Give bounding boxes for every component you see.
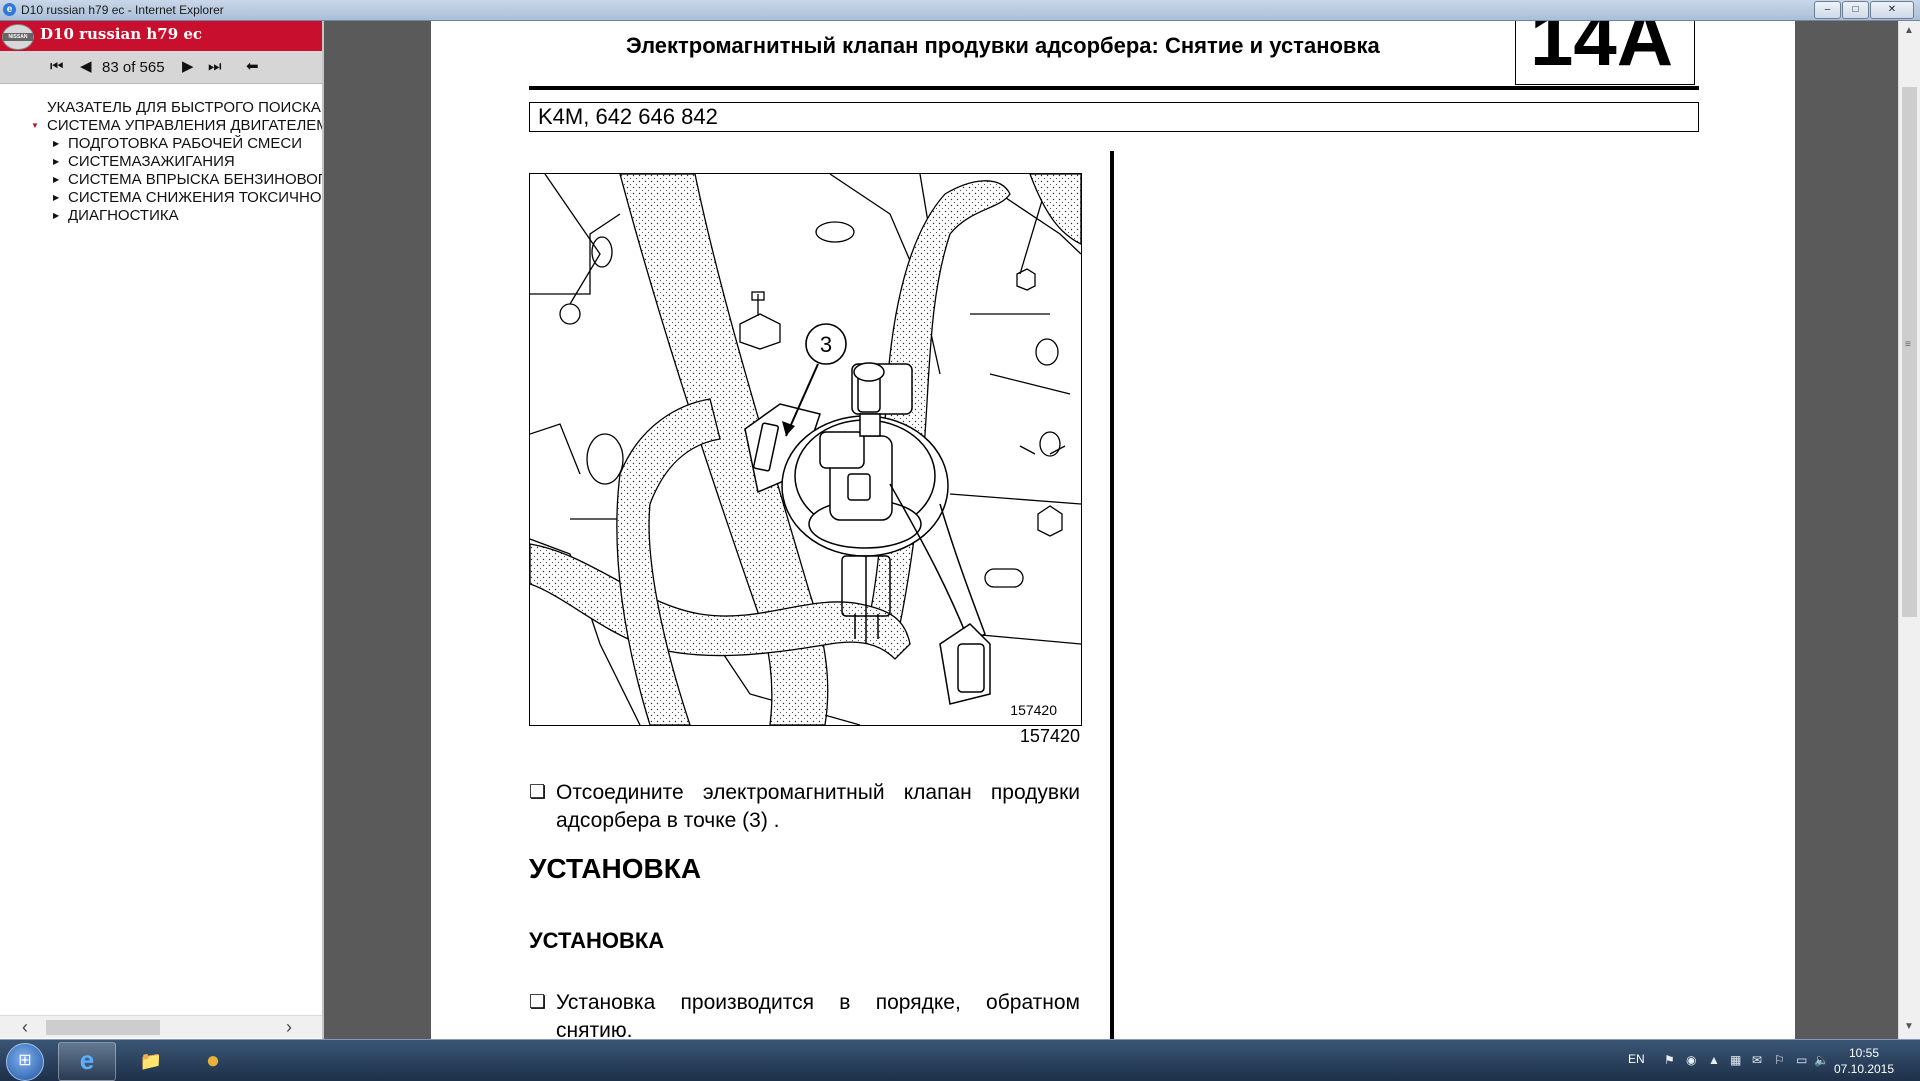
windows-start-icon[interactable]: ⊞ bbox=[6, 1043, 44, 1081]
page-title: Электромагнитный клапан продувки адсорбе… bbox=[626, 33, 1380, 58]
back-icon[interactable]: ⬅ bbox=[246, 57, 259, 77]
collapsed-arrow-icon[interactable]: ▶ bbox=[53, 139, 59, 148]
section-code-box: 14A bbox=[1515, 21, 1695, 85]
checkbox-icon: ❏ bbox=[529, 782, 547, 803]
table-of-contents: УКАЗАТЕЛЬ ДЛЯ БЫСТРОГО ПОИСКА ▼ СИСТЕМА … bbox=[0, 99, 322, 225]
taskbar-app-chrome[interactable]: ● bbox=[184, 1042, 242, 1081]
collapsed-arrow-icon[interactable]: ▶ bbox=[53, 175, 59, 184]
toc-item-ignition[interactable]: ▶ СИСТЕМАЗАЖИГАНИЯ bbox=[0, 153, 322, 171]
tray-icon[interactable]: ▲ bbox=[1708, 1053, 1720, 1067]
nissan-logo-icon: NISSAN bbox=[2, 24, 34, 50]
section-heading: УСТАНОВКА bbox=[529, 853, 702, 884]
step-install: ❏ Установка производится в порядке, обра… bbox=[529, 989, 1080, 1039]
document-vertical-scrollbar[interactable]: ▲ ≡ ▼ bbox=[1898, 21, 1920, 1039]
technical-drawing: 3 157420 bbox=[529, 173, 1082, 726]
figure-label: 157420 bbox=[1010, 702, 1057, 718]
close-button[interactable]: ✕ bbox=[1870, 1, 1914, 19]
toc-item-engine-management[interactable]: ▼ СИСТЕМА УПРАВЛЕНИЯ ДВИГАТЕЛЕМ bbox=[0, 117, 322, 135]
toc-item-quick-index[interactable]: УКАЗАТЕЛЬ ДЛЯ БЫСТРОГО ПОИСКА bbox=[0, 99, 322, 117]
engine-code-box: K4M, 642 646 842 bbox=[529, 102, 1699, 132]
engine-code: K4M, 642 646 842 bbox=[538, 104, 718, 129]
tray-icon[interactable]: ✉ bbox=[1752, 1053, 1762, 1067]
first-page-icon[interactable]: ⏮ bbox=[50, 57, 64, 77]
figure-caption: 157420 bbox=[1019, 726, 1080, 746]
figure-callout: 3 bbox=[820, 332, 832, 357]
step-install-text: Установка производится в порядке, обратн… bbox=[556, 991, 1080, 1039]
column-divider bbox=[1110, 151, 1114, 1039]
document-page: Электромагнитный клапан продувки адсорбе… bbox=[431, 21, 1795, 1039]
language-indicator[interactable]: EN bbox=[1628, 1052, 1645, 1066]
window-title-bar[interactable]: e D10 russian h79 ec - Internet Explorer… bbox=[0, 0, 1920, 21]
clock-date: 07.10.2015 bbox=[1833, 1062, 1895, 1076]
scroll-down-icon[interactable]: ▼ bbox=[1904, 1021, 1914, 1032]
toc-item-emission-control[interactable]: ▶ СИСТЕМА СНИЖЕНИЯ ТОКСИЧНОСТИ bbox=[0, 189, 322, 207]
scroll-left-icon[interactable]: ‹ bbox=[22, 1017, 28, 1037]
minimize-button[interactable]: – bbox=[1814, 1, 1841, 19]
previous-page-icon[interactable]: ◀ bbox=[80, 57, 92, 77]
internet-explorer-icon: e bbox=[79, 1045, 95, 1075]
expanded-arrow-icon[interactable]: ▼ bbox=[31, 121, 39, 130]
maximize-button[interactable]: □ bbox=[1842, 1, 1869, 19]
section-code: 14A bbox=[1530, 21, 1674, 82]
step-disconnect-text: Отсоедините электромагнитный клапан прод… bbox=[556, 781, 1080, 832]
internet-explorer-icon: e bbox=[3, 3, 16, 16]
chrome-icon: ● bbox=[205, 1047, 221, 1074]
taskbar: ⊞ e 📁 ● EN ⚑ ◉ ▲ ▦ ✉ ⚐ ▭ 🔈 10:55 07.10.2… bbox=[0, 1039, 1920, 1081]
tray-icon[interactable]: ◉ bbox=[1686, 1053, 1696, 1067]
taskbar-app-file-explorer[interactable]: 📁 bbox=[122, 1042, 180, 1081]
toc-item-diagnostics[interactable]: ▶ ДИАГНОСТИКА bbox=[0, 207, 322, 225]
page-navigation: ⏮ ◀ 83 of 565 ▶ ⏭ ⬅ bbox=[0, 51, 322, 84]
checkbox-icon: ❏ bbox=[529, 992, 547, 1013]
step-disconnect: ❏ Отсоедините электромагнитный клапан пр… bbox=[529, 779, 1080, 835]
scroll-right-icon[interactable]: › bbox=[286, 1017, 292, 1037]
sidebar-title: D10 russian h79 ec bbox=[40, 25, 203, 43]
sidebar: NISSAN D10 russian h79 ec ⏮ ◀ 83 of 565 … bbox=[0, 21, 324, 1039]
taskbar-app-internet-explorer[interactable]: e bbox=[58, 1042, 116, 1081]
clock-time: 10:55 bbox=[1848, 1046, 1880, 1060]
folder-icon: 📁 bbox=[139, 1051, 163, 1071]
window-title: D10 russian h79 ec - Internet Explorer bbox=[21, 3, 224, 17]
scrollbar-thumb[interactable] bbox=[46, 1020, 160, 1035]
toc-item-fuel-mixture[interactable]: ▶ ПОДГОТОВКА РАБОЧЕЙ СМЕСИ bbox=[0, 135, 322, 153]
subsection-heading: УСТАНОВКА bbox=[529, 928, 665, 953]
header-rule bbox=[529, 86, 1699, 90]
sidebar-header: NISSAN D10 russian h79 ec bbox=[0, 21, 322, 51]
scrollbar-grip-icon: ≡ bbox=[1905, 339, 1911, 350]
scroll-up-icon[interactable]: ▲ bbox=[1904, 25, 1914, 36]
system-clock[interactable]: 10:55 07.10.2015 bbox=[1822, 1045, 1906, 1077]
toc-item-petrol-injection[interactable]: ▶ СИСТЕМА ВПРЫСКА БЕНЗИНОВОГО ДВИГАТЕЛЯ bbox=[0, 171, 322, 189]
collapsed-arrow-icon[interactable]: ▶ bbox=[53, 193, 59, 202]
page-counter: 83 of 565 bbox=[102, 59, 165, 76]
flag-icon[interactable]: ⚐ bbox=[1774, 1053, 1785, 1067]
collapsed-arrow-icon[interactable]: ▶ bbox=[53, 211, 59, 220]
tray-icon[interactable]: ⚑ bbox=[1664, 1053, 1675, 1067]
next-page-icon[interactable]: ▶ bbox=[182, 57, 194, 77]
scrollbar-thumb[interactable] bbox=[1902, 87, 1917, 617]
last-page-icon[interactable]: ⏭ bbox=[208, 57, 222, 77]
network-icon[interactable]: ▭ bbox=[1796, 1053, 1807, 1067]
collapsed-arrow-icon[interactable]: ▶ bbox=[53, 157, 59, 166]
tray-icon[interactable]: ▦ bbox=[1730, 1053, 1741, 1067]
sidebar-horizontal-scrollbar[interactable]: ‹ › bbox=[0, 1015, 322, 1038]
